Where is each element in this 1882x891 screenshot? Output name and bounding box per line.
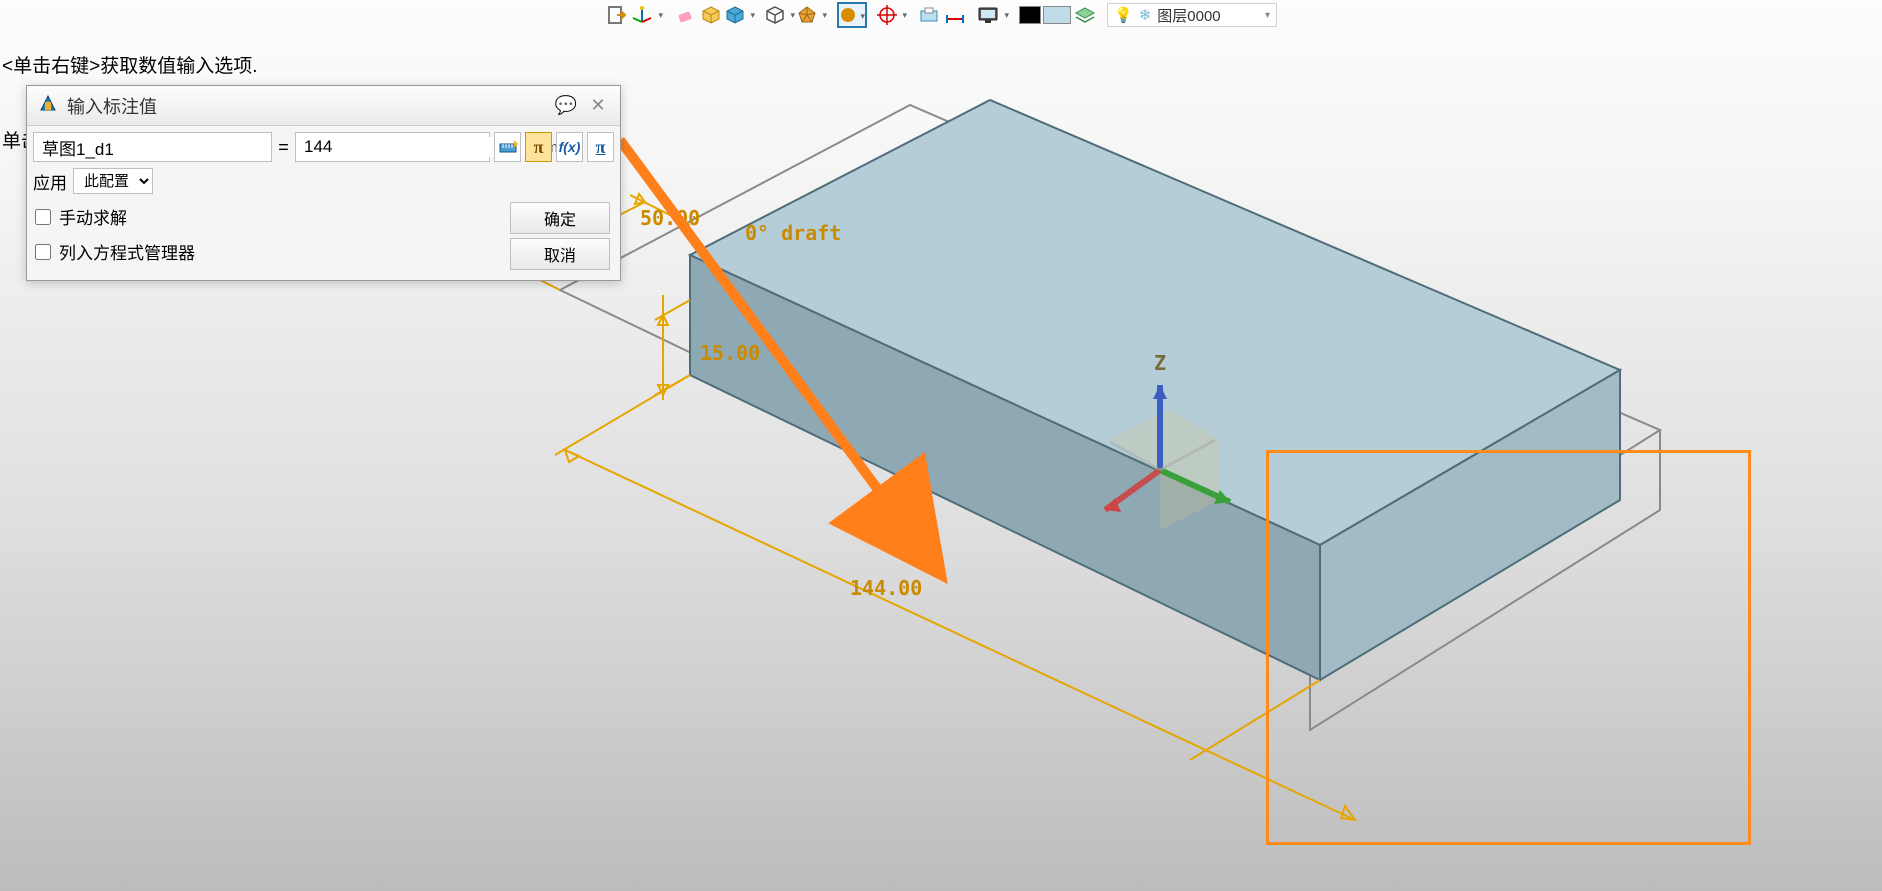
dialog-title-text: 输入标注值 (67, 93, 157, 119)
dim-144-label[interactable]: 144.00 (850, 576, 922, 600)
dimension-name-input[interactable] (33, 132, 272, 162)
cube-blue-icon[interactable] (725, 3, 755, 27)
measure-icon[interactable] (494, 132, 521, 162)
dialog-icon (37, 92, 59, 119)
axis-z-label: Z (1154, 351, 1166, 375)
pi-underline-icon[interactable]: π (587, 132, 614, 162)
snowflake-icon: ❄ (1139, 6, 1152, 24)
bulb-icon: 💡 (1114, 6, 1133, 24)
color-swatch-black[interactable] (1019, 6, 1041, 24)
wireframe-cube-icon[interactable] (765, 3, 795, 27)
equals-label: = (276, 137, 291, 158)
manual-solve-checkbox[interactable]: 手动求解 (35, 204, 504, 229)
ok-button[interactable]: 确定 (510, 202, 610, 234)
apply-config-select[interactable]: 此配置 (73, 168, 153, 194)
top-toolbar: 💡 ❄ 图层0000 ▾ (0, 0, 1882, 30)
cancel-button[interactable]: 取消 (510, 238, 610, 270)
polyhedron-icon[interactable] (797, 3, 827, 27)
layer-selector[interactable]: 💡 ❄ 图层0000 ▾ (1107, 3, 1277, 27)
chevron-down-icon: ▾ (1265, 10, 1270, 21)
dimension-value-box: mm ▲▼ (295, 132, 490, 162)
exit-icon[interactable] (605, 3, 629, 27)
color-swatch-blue[interactable] (1043, 6, 1071, 24)
dim-15-label[interactable]: 15.00 (700, 341, 760, 365)
dimension-icon[interactable] (943, 3, 967, 27)
monitor-icon[interactable] (977, 3, 1009, 27)
equation-mgr-checkbox[interactable]: 列入方程式管理器 (35, 239, 504, 264)
close-icon[interactable]: ✕ (586, 95, 610, 116)
target-icon[interactable] (877, 3, 907, 27)
cube-yellow-icon[interactable] (699, 3, 723, 27)
fx-icon[interactable]: f(x) (556, 132, 583, 162)
apply-label: 应用 (33, 169, 67, 194)
pi-icon[interactable]: π (525, 132, 552, 162)
coord-system-icon[interactable] (631, 3, 663, 27)
layer-label: 图层0000 (1157, 5, 1220, 26)
circle-boxed-icon[interactable] (837, 2, 867, 28)
plane-blue-icon[interactable] (917, 3, 941, 27)
layers-icon[interactable] (1073, 3, 1097, 27)
draft-label: 0° draft (745, 221, 841, 245)
dimension-input-dialog: 输入标注值 💬 ✕ = mm ▲▼ π f(x) π (26, 85, 621, 281)
eraser-icon[interactable] (673, 3, 697, 27)
dialog-titlebar[interactable]: 输入标注值 💬 ✕ (27, 86, 620, 126)
chat-icon[interactable]: 💬 (554, 95, 578, 116)
